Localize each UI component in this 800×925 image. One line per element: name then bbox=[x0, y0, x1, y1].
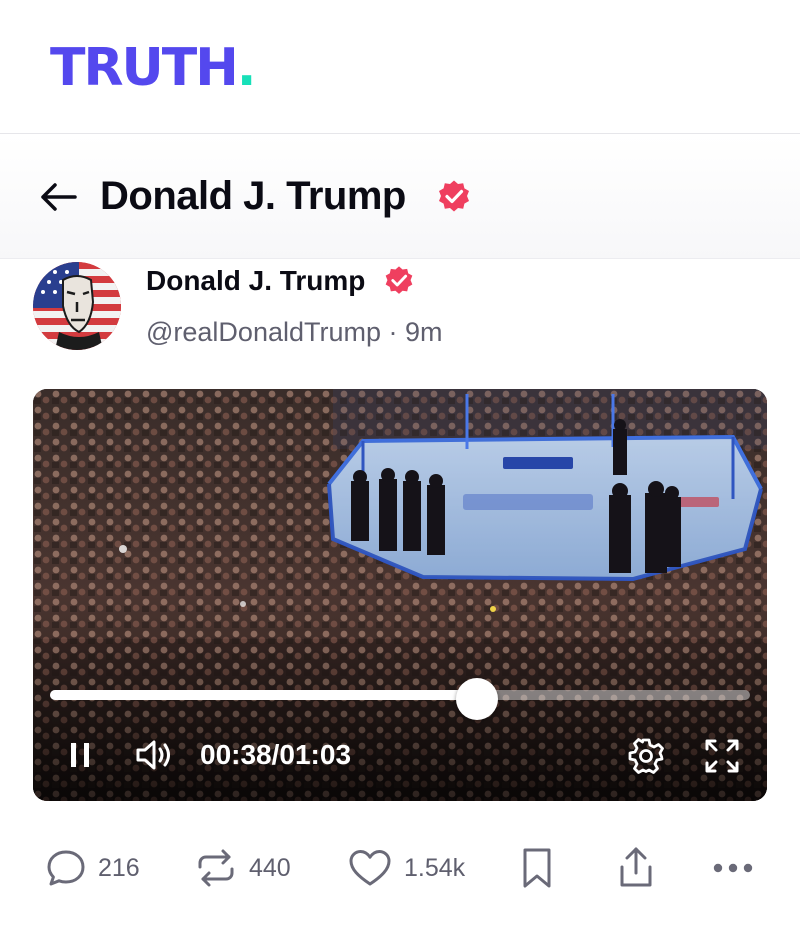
flag-portrait-avatar bbox=[33, 262, 121, 350]
bookmark-button[interactable] bbox=[520, 840, 554, 896]
retruth-count: 440 bbox=[249, 854, 291, 882]
arrow-left-icon bbox=[41, 183, 77, 211]
more-button[interactable] bbox=[712, 840, 754, 896]
pause-button[interactable] bbox=[62, 735, 98, 775]
comment-icon bbox=[47, 850, 85, 886]
top-bar: TRUTH. bbox=[0, 0, 800, 134]
truth-logo[interactable]: TRUTH. bbox=[50, 38, 256, 98]
settings-gear-icon bbox=[628, 738, 664, 774]
retruth-icon bbox=[198, 849, 234, 887]
seek-handle[interactable] bbox=[456, 678, 498, 720]
settings-button[interactable] bbox=[624, 734, 668, 778]
current-time: 00:38 bbox=[200, 739, 272, 770]
reply-button[interactable]: 216 bbox=[46, 840, 140, 896]
avatar[interactable] bbox=[33, 262, 121, 350]
back-button[interactable] bbox=[36, 177, 80, 217]
author-handle[interactable]: @realDonaldTrump bbox=[146, 317, 381, 347]
reply-count: 216 bbox=[98, 854, 140, 882]
verified-badge-icon bbox=[385, 266, 413, 294]
retruth-button[interactable]: 440 bbox=[195, 840, 291, 896]
like-button[interactable]: 1.54k bbox=[348, 840, 465, 896]
meta-separator: · bbox=[388, 317, 398, 347]
heart-icon bbox=[349, 850, 391, 886]
seek-bar-played bbox=[50, 690, 477, 700]
post-actions: 216 440 1.54k bbox=[0, 840, 800, 900]
page-title: Donald J. Trump bbox=[100, 174, 406, 218]
share-icon bbox=[620, 847, 652, 887]
share-button[interactable] bbox=[616, 840, 656, 896]
bookmark-icon bbox=[523, 848, 551, 888]
author-name[interactable]: Donald J. Trump bbox=[146, 263, 365, 299]
duration: 01:03 bbox=[279, 739, 352, 770]
like-count: 1.54k bbox=[404, 854, 466, 882]
volume-button[interactable] bbox=[132, 735, 176, 775]
more-icon bbox=[713, 863, 753, 873]
fullscreen-icon bbox=[705, 739, 739, 773]
volume-icon bbox=[136, 740, 170, 770]
pause-icon bbox=[71, 743, 89, 767]
post-timestamp[interactable]: 9m bbox=[405, 317, 443, 347]
seek-bar[interactable] bbox=[50, 690, 750, 700]
video-time: 00:38/01:03 bbox=[200, 737, 351, 773]
verified-badge-icon bbox=[439, 180, 469, 212]
author-meta: @realDonaldTrump · 9m bbox=[146, 315, 443, 349]
fullscreen-button[interactable] bbox=[700, 734, 744, 778]
